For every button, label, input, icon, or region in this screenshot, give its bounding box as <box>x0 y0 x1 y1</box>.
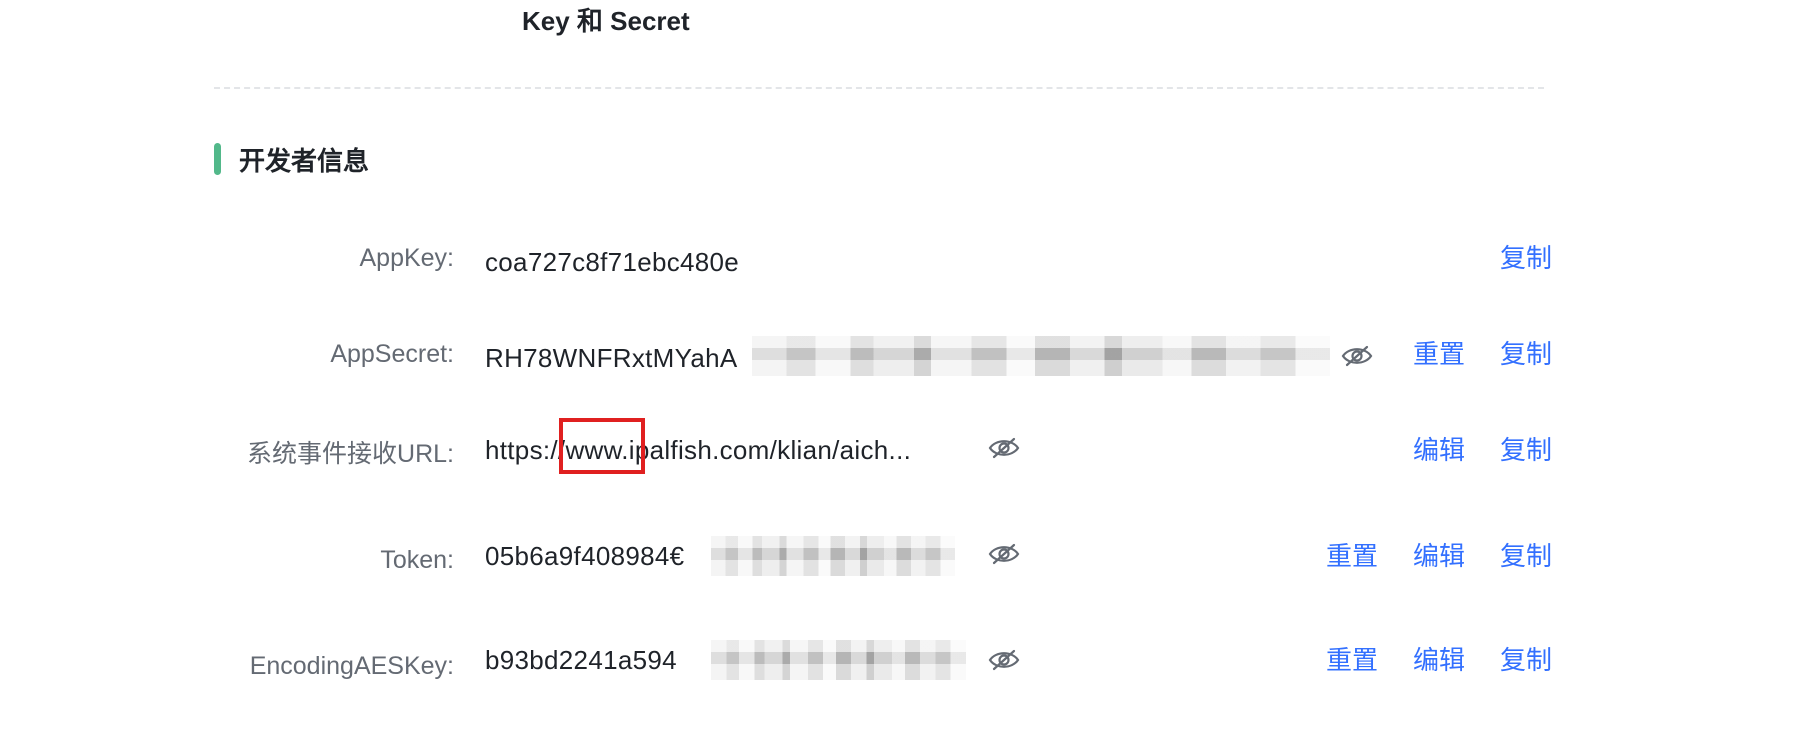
aeskey-copy-button[interactable]: 复制 <box>1500 640 1552 680</box>
event-url-row: 系统事件接收URL: https://www.ipalfish.com/klia… <box>0 430 1794 470</box>
eye-off-icon[interactable] <box>988 542 1020 566</box>
appkey-copy-button[interactable]: 复制 <box>1500 238 1552 278</box>
highlight-box <box>559 418 645 474</box>
appsecret-reset-button[interactable]: 重置 <box>1413 334 1465 374</box>
dashed-divider <box>214 87 1544 89</box>
aeskey-edit-button[interactable]: 编辑 <box>1413 640 1465 680</box>
token-edit-button[interactable]: 编辑 <box>1413 536 1465 576</box>
appsecret-copy-button[interactable]: 复制 <box>1500 334 1552 374</box>
aeskey-row: EncodingAESKey: b93bd2241a594 重置 编辑 复制 <box>0 640 1794 680</box>
section-accent-bar <box>214 143 221 175</box>
appsecret-row: AppSecret: RH78WNFRxtMYahA 重置 复制 <box>0 334 1794 376</box>
token-value: 05b6a9f408984€ <box>485 541 685 571</box>
event-url-copy-button[interactable]: 复制 <box>1500 430 1552 470</box>
appkey-row: AppKey: coa727c8f71ebc480e 复制 <box>0 238 1794 278</box>
token-row: Token: 05b6a9f408984€ 重置 编辑 复制 <box>0 536 1794 576</box>
section-title: 开发者信息 <box>239 145 370 176</box>
aeskey-label: EncodingAESKey: <box>249 652 454 680</box>
developer-info-page: Key 和 Secret 开发者信息 AppKey: coa727c8f71eb… <box>0 0 1794 740</box>
appkey-value: coa727c8f71ebc480e <box>485 247 740 277</box>
page-title: Key 和 Secret <box>522 6 690 36</box>
event-url-label: 系统事件接收URL: <box>247 440 454 468</box>
token-label: Token: <box>380 546 454 574</box>
aeskey-reset-button[interactable]: 重置 <box>1326 640 1378 680</box>
aeskey-value: b93bd2241a594 <box>485 645 677 675</box>
appsecret-value: RH78WNFRxtMYahA <box>485 343 738 373</box>
token-blurred-value <box>711 536 955 576</box>
eye-off-icon[interactable] <box>988 648 1020 672</box>
appsecret-label: AppSecret: <box>330 340 454 368</box>
aeskey-blurred-value <box>711 640 966 680</box>
event-url-edit-button[interactable]: 编辑 <box>1413 430 1465 470</box>
appsecret-blurred-value <box>752 336 1330 376</box>
token-copy-button[interactable]: 复制 <box>1500 536 1552 576</box>
eye-off-icon[interactable] <box>1341 344 1373 368</box>
eye-off-icon[interactable] <box>988 436 1020 460</box>
token-reset-button[interactable]: 重置 <box>1326 536 1378 576</box>
section-header: 开发者信息 <box>214 142 369 176</box>
appkey-label: AppKey: <box>359 244 454 272</box>
event-url-value: https://www.ipalfish.com/klian/aich... <box>485 435 912 465</box>
